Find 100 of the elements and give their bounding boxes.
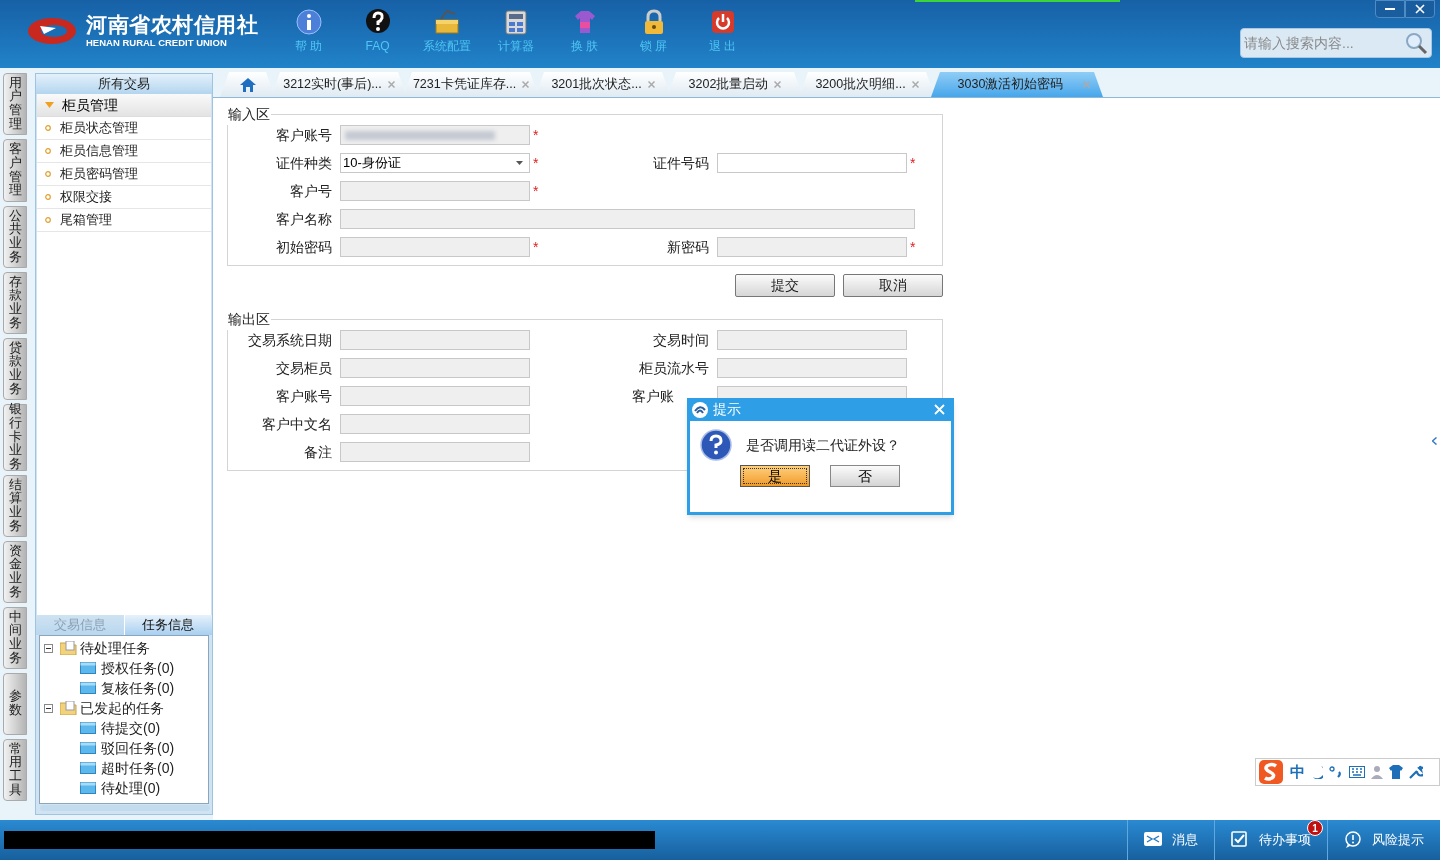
status-button[interactable]: 风险提示 [1327,820,1440,860]
field-label: 交易系统日期 [247,330,333,350]
close-icon [522,81,530,88]
side-tab[interactable]: 常用工具 [3,739,27,801]
side-tab[interactable]: 用户管理 [3,73,27,135]
collapse-toggle[interactable] [44,703,53,713]
tab[interactable]: 3202批量启动 [667,72,803,97]
question-icon [363,8,392,36]
group-header[interactable]: 柜员管理 [37,94,211,117]
speech-bubble-icon [1344,831,1362,849]
dropdown-field[interactable]: 10-身份证 [340,153,530,173]
circle-bullet-icon [45,171,51,177]
required-mark: * [532,128,540,142]
side-tab[interactable]: 银行卡业务 [3,404,27,471]
info-icon [294,8,323,36]
toolbox-icon [432,8,461,36]
side-tab[interactable]: 资金业务 [3,541,27,603]
folder-icon [80,762,96,774]
section-legend: 输出区 [227,309,271,330]
horizontal-scrollbar[interactable] [40,805,210,811]
folder-icon [80,682,96,694]
field-label: 证件号码 [652,153,710,173]
tree-node[interactable]: 待处理(0) [101,777,161,799]
dialog-button[interactable]: 是 [740,465,810,487]
tab[interactable]: 7231卡凭证库存... [403,72,539,97]
side-tab[interactable]: 存款业务 [3,272,27,334]
side-tab[interactable]: 客户管理 [3,139,27,202]
tree-node[interactable]: 待处理任务 [80,637,150,659]
notification-badge: 1 [1307,820,1323,836]
field-label: 客户账号 [275,386,333,406]
field-label: 客户号 [289,181,333,201]
search-field[interactable]: 请输入搜索内容... [1240,28,1432,58]
collapse-toggle[interactable] [44,643,53,653]
tree-node[interactable]: 超时任务(0) [101,757,175,779]
user-icon [1371,765,1383,779]
tab[interactable]: 3200批次明细... [799,72,935,97]
tab[interactable]: 3030激活初始密码 [931,72,1103,97]
side-tab[interactable]: 参数 [3,673,27,735]
dialog-button[interactable]: 否 [830,465,900,487]
close-icon [1415,4,1425,14]
close-icon [911,81,919,88]
panel-tab[interactable]: 任务信息 [123,615,212,635]
close-button[interactable] [932,402,946,417]
required-mark: * [532,156,540,170]
wrench-icon [1409,765,1423,779]
field-label: 交易柜员 [275,358,333,378]
required-mark: * [532,240,540,254]
menu-item[interactable]: 柜员状态管理 [37,117,211,140]
field-label: 客户中文名 [261,414,333,434]
circle-bullet-icon [45,217,51,223]
logo-subtitle: HENAN RURAL CREDIT UNION [86,38,228,48]
required-mark: * [909,156,917,170]
field-label: 柜员流水号 [638,358,710,378]
tab[interactable]: 3212实时(事后)... [271,72,407,97]
menu-item[interactable]: 尾箱管理 [37,209,211,232]
side-tab[interactable]: 公共业务 [3,206,27,268]
shirt-icon [1389,765,1403,779]
close-icon [1083,81,1091,88]
envelope-icon [1144,831,1162,849]
keyboard-icon [1349,766,1365,778]
minimize-button[interactable] [1375,0,1405,18]
circle-bullet-icon [45,148,51,154]
folder-icon [60,701,77,715]
tree-node[interactable]: 待提交(0) [101,717,161,739]
tree-node[interactable]: 已发起的任务 [80,697,164,719]
search-icon [1404,31,1428,55]
field-label: 交易时间 [652,330,710,350]
menu-item[interactable]: 柜员密码管理 [37,163,211,186]
menu-item[interactable]: 权限交接 [37,186,211,209]
punctuation-icon [1329,766,1343,778]
folder-icon [80,742,96,754]
minimize-icon [1385,7,1395,11]
close-button[interactable] [1405,0,1435,18]
tree-node[interactable]: 驳回任务(0) [101,737,175,759]
field-label: 客户账号 [275,125,333,145]
form-button[interactable]: 取消 [843,274,943,297]
folder-icon [80,662,96,674]
tree-node[interactable]: 授权任务(0) [101,657,175,679]
field-label: 新密码 [666,237,710,257]
status-button[interactable]: 消息 [1127,820,1214,860]
input-mode-label[interactable]: 中 [1290,760,1305,784]
side-tab[interactable]: 中间业务 [3,607,27,669]
form-button[interactable]: 提交 [735,274,835,297]
menu-item[interactable]: 柜员信息管理 [37,140,211,163]
checkbox-icon [1231,831,1249,849]
tab[interactable]: 3201批次状态... [535,72,671,97]
field-label: 备注 [303,442,333,462]
dropdown-arrow-icon [516,161,523,165]
input-field[interactable] [717,153,907,173]
field-label: 客户名称 [275,209,333,229]
close-icon [774,81,782,88]
panel-title: 所有交易 [36,74,212,94]
tree-node[interactable]: 复核任务(0) [101,677,175,699]
side-tab[interactable]: 贷款业务 [3,338,27,400]
status-button[interactable]: 待办事项 1 [1214,820,1327,860]
question-icon [700,429,732,461]
side-tab[interactable]: 结算业务 [3,475,27,537]
field-label: 客户账 [631,386,675,406]
circle-bullet-icon [45,125,51,131]
home-tab[interactable] [220,72,275,97]
